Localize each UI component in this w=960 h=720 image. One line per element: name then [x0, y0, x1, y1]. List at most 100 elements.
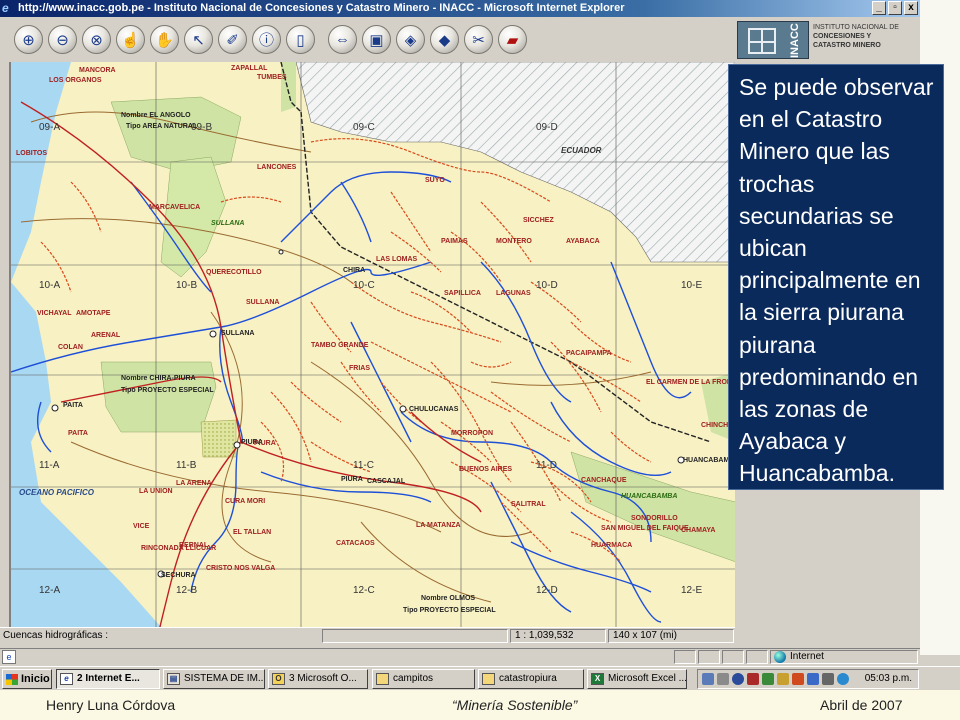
map-status-bar: Cuencas hidrográficas : 1 : 1,039,532 14… — [0, 627, 735, 644]
printer-tray-icon[interactable] — [822, 673, 834, 685]
zoom-in-tool-button[interactable]: ⊕ — [14, 25, 43, 54]
place-label: SICCHEZ — [523, 217, 554, 224]
layers-tool-button[interactable]: ◈ — [396, 25, 425, 54]
language-tray-icon[interactable] — [837, 673, 849, 685]
save-icon: ▣ — [369, 31, 384, 49]
book-icon: ▰ — [506, 31, 519, 49]
layers-gray-icon: ◆ — [438, 31, 451, 49]
system-tray: 05:03 p.m. — [697, 669, 919, 689]
update-tray-icon[interactable] — [762, 673, 774, 685]
place-label: Tipo PROYECTO ESPECIAL — [121, 387, 214, 394]
window-title-bar[interactable]: e http://www.inacc.gob.pe - Instituto Na… — [0, 0, 920, 17]
place-label: LA UNION — [139, 488, 173, 495]
grid-sheet-label: 11-A — [39, 460, 60, 471]
taskbar-button[interactable]: ▤ SISTEMA DE IM... — [163, 669, 265, 689]
place-label: PAITA — [63, 402, 83, 409]
taskbar-button-label: 3 Microsoft O... — [289, 673, 357, 684]
hand-identify-tool-button[interactable]: ☝ — [116, 25, 145, 54]
page-tool-button[interactable]: ▯ — [286, 25, 315, 54]
display-tray-icon[interactable] — [807, 673, 819, 685]
volume-tray-icon[interactable] — [732, 673, 744, 685]
grid-sheet-label: 09-D — [536, 122, 558, 133]
taskbar-button-label: catastropiura — [499, 673, 557, 684]
folder-icon — [482, 673, 495, 685]
status-segment-1 — [674, 650, 696, 664]
place-label: Tipo PROYECTO ESPECIAL — [403, 607, 496, 614]
pan-tool-button[interactable]: ✋ — [150, 25, 179, 54]
full-extent-tool-button[interactable]: ⇔ — [328, 25, 357, 54]
place-label: PAITA — [68, 430, 88, 437]
grid-sheet-label: 12-E — [681, 585, 703, 596]
maximize-button[interactable]: ▫ — [888, 1, 902, 15]
place-label: AMOTAPE — [76, 310, 111, 317]
taskbar-button-label: 2 Internet E... — [77, 673, 140, 684]
select-arrow-tool-button[interactable]: ↖ — [184, 25, 213, 54]
info-icon: ⓘ — [258, 32, 274, 49]
taskbar-button-label: SISTEMA DE IM... — [184, 673, 265, 684]
erase-tool-button[interactable]: ✐ — [218, 25, 247, 54]
place-label: MONTERO — [496, 238, 532, 245]
place-label: SUYO — [425, 177, 445, 184]
info-tool-button[interactable]: ⓘ — [252, 25, 281, 54]
taskbar-button[interactable]: e 2 Internet E... — [56, 669, 160, 689]
catastro-map[interactable]: 09-A 09-B 09-C 09-D 10-A 10-B 10-C 10-D 10-E 11-A… — [10, 62, 735, 627]
start-button[interactable]: Inicio — [2, 669, 52, 689]
network-tray-icon[interactable] — [717, 673, 729, 685]
zoom-out-tool-button[interactable]: ⊖ — [48, 25, 77, 54]
footer-date: Abril de 2007 — [820, 697, 903, 713]
grid-sheet-label: 11-B — [176, 460, 197, 471]
place-label: HUANCABAMBA — [621, 493, 678, 500]
place-label: PIURA — [254, 440, 276, 447]
clock[interactable]: 05:03 p.m. — [865, 670, 912, 688]
place-label: LA ARENA — [176, 480, 212, 487]
logo-line-1: INSTITUTO NACIONAL DE — [813, 24, 899, 31]
messenger-tray-icon[interactable] — [777, 673, 789, 685]
taskbar-button[interactable]: O 3 Microsoft O... — [268, 669, 368, 689]
mail-tray-icon[interactable] — [702, 673, 714, 685]
taskbar-button[interactable]: X Microsoft Excel ... — [587, 669, 687, 689]
ie-logo-icon: e — [2, 1, 9, 15]
place-label: HUARMACA — [591, 542, 633, 549]
logo-line-3: CATASTRO MINERO — [813, 42, 881, 49]
place-label: Nombre EL ANGOLO — [121, 112, 191, 119]
excel-icon: X — [591, 673, 604, 685]
office-icon: O — [272, 673, 285, 685]
browser-status-bar: e Internet — [0, 648, 920, 665]
place-label: FRIAS — [349, 365, 370, 372]
status-empty-segment — [322, 629, 508, 643]
place-label: LA MATANZA — [416, 522, 461, 529]
minimize-button[interactable]: _ — [872, 1, 886, 15]
place-label: LAS LOMAS — [376, 256, 418, 263]
grid-sheet-label: 11-D — [536, 460, 557, 471]
select-arrow-icon: ↖ — [192, 31, 205, 49]
book-tool-button[interactable]: ▰ — [498, 25, 527, 54]
place-label: MANCORA — [79, 67, 116, 74]
close-button[interactable]: x — [904, 1, 918, 15]
layers-gray-tool-button[interactable]: ◆ — [430, 25, 459, 54]
status-segment-4 — [746, 650, 768, 664]
security-tray-icon[interactable] — [792, 673, 804, 685]
taskbar-button[interactable]: campitos — [372, 669, 475, 689]
inacc-logo-caption: INSTITUTO NACIONAL DE CONCESIONES Y CATA… — [813, 23, 917, 50]
taskbar-button[interactable]: catastropiura — [478, 669, 584, 689]
antivirus-tray-icon[interactable] — [747, 673, 759, 685]
save-tool-button[interactable]: ▣ — [362, 25, 391, 54]
place-label: SONDORILLO — [631, 515, 678, 522]
inacc-logo: INACC — [737, 21, 809, 59]
place-label: LOS ORGANOS — [49, 77, 102, 84]
window-title: http://www.inacc.gob.pe - Instituto Naci… — [18, 2, 625, 14]
place-label: OCEANO PACIFICO — [19, 488, 94, 497]
grid-sheet-label: 10-D — [536, 280, 558, 291]
zoom-in-icon: ⊕ — [22, 31, 35, 49]
taskbar-button-label: campitos — [393, 673, 434, 684]
place-label: VICE — [133, 523, 150, 530]
place-label: CATACAOS — [336, 540, 375, 547]
place-label: LANCONES — [257, 164, 297, 171]
pan-icon: ✋ — [155, 31, 174, 49]
place-label: ZAPALLAL — [231, 65, 268, 72]
zoom-box-tool-button[interactable]: ⊗ — [82, 25, 111, 54]
erase-icon: ✐ — [226, 31, 239, 49]
tools-tool-button[interactable]: ✂ — [464, 25, 493, 54]
ie-icon: e — [60, 673, 73, 685]
grid-sheet-label: 09-C — [353, 122, 375, 133]
